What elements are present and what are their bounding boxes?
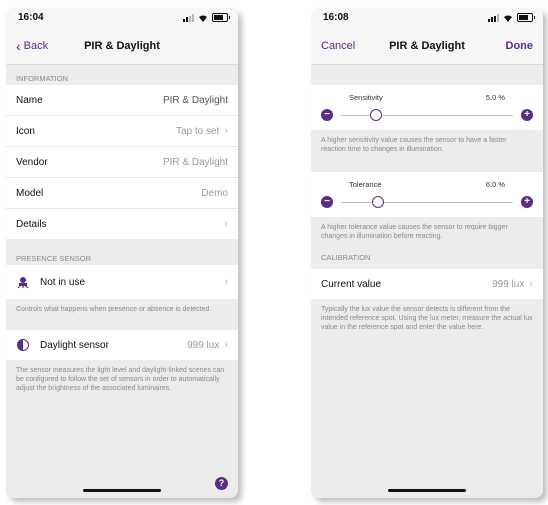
slider-track (341, 115, 513, 116)
daylight-note: The sensor measures the light level and … (16, 367, 225, 392)
home-indicator (388, 489, 466, 492)
sensitivity-value: 5.0 % (485, 93, 505, 102)
row-label: Vendor (16, 156, 48, 168)
row-icon[interactable]: Icon Tap to set › (6, 116, 238, 147)
sensitivity-note: A higher sensitivity value causes the se… (321, 137, 507, 153)
tolerance-label: Tolerance (349, 180, 382, 189)
information-list: Name PIR & Daylight Icon Tap to set › Ve… (6, 85, 238, 239)
sensitivity-control: Sensitivity 5.0 % − + (311, 85, 543, 130)
status-icons (488, 13, 535, 22)
signal-icon (183, 13, 194, 22)
wifi-icon (198, 14, 208, 22)
right-phone-screen: 16:08 Cancel PIR & Daylight Done Sensiti… (311, 8, 543, 498)
done-button[interactable]: Done (506, 40, 534, 52)
status-time: 16:08 (323, 12, 349, 23)
slider-track (341, 202, 513, 203)
row-current-value[interactable]: Current value 999 lux › (311, 269, 543, 299)
row-model[interactable]: Model Demo (6, 178, 238, 209)
tolerance-slider[interactable]: − + (321, 191, 533, 213)
row-value: PIR & Daylight (162, 156, 228, 168)
page-title: PIR & Daylight (84, 40, 160, 52)
row-label: Not in use (40, 276, 86, 288)
presence-note: Controls what happens when presence or a… (16, 306, 212, 313)
row-label: Current value (321, 278, 382, 290)
decrease-tolerance-button[interactable]: − (321, 196, 333, 208)
status-bar: 16:04 (6, 8, 238, 28)
calibration-note: Typically the lux value the sensor detec… (321, 306, 533, 331)
daylight-list: Daylight sensor 999 lux › (6, 330, 238, 360)
row-label: Name (16, 94, 43, 106)
chevron-right-icon: › (224, 339, 228, 351)
chevron-right-icon: › (224, 276, 228, 288)
row-label: Model (16, 187, 44, 199)
row-vendor[interactable]: Vendor PIR & Daylight (6, 147, 238, 178)
tolerance-value: 6.0 % (485, 180, 505, 189)
decrease-sensitivity-button[interactable]: − (321, 109, 333, 121)
row-value: PIR & Daylight (162, 94, 228, 106)
calibration-header: CALIBRATION (321, 253, 371, 262)
home-indicator (83, 489, 161, 492)
increase-tolerance-button[interactable]: + (521, 196, 533, 208)
calibration-list: Current value 999 lux › (311, 269, 543, 299)
chevron-right-icon: › (224, 125, 228, 137)
sensitivity-slider[interactable]: − + (321, 104, 533, 126)
navigation-bar: ‹ Back PIR & Daylight (6, 28, 238, 65)
status-bar: 16:08 (311, 8, 543, 28)
left-phone-screen: 16:04 ‹ Back PIR & Daylight INFORMATION … (6, 8, 238, 498)
presence-sensor-header: PRESENCE SENSOR (16, 254, 92, 263)
help-button[interactable]: ? (215, 477, 228, 490)
sensitivity-thumb[interactable] (370, 109, 383, 121)
row-value: 999 lux (187, 339, 220, 351)
row-label: Icon (16, 125, 35, 137)
daylight-sensor-icon (16, 338, 30, 352)
row-value: Tap to set (175, 125, 220, 137)
chevron-right-icon: › (529, 278, 533, 290)
tolerance-thumb[interactable] (372, 196, 385, 208)
wifi-icon (503, 14, 513, 22)
information-header: INFORMATION (16, 74, 68, 83)
signal-icon (488, 13, 499, 22)
status-icons (183, 13, 230, 22)
status-time: 16:04 (18, 12, 44, 23)
row-presence-sensor[interactable]: Not in use › (6, 265, 238, 299)
presence-list: Not in use › (6, 265, 238, 299)
row-details[interactable]: Details › (6, 209, 238, 239)
row-value: 999 lux (492, 278, 525, 290)
battery-icon (517, 13, 535, 22)
increase-sensitivity-button[interactable]: + (521, 109, 533, 121)
tolerance-note: A higher tolerance value causes the sens… (321, 224, 508, 240)
chevron-right-icon: › (224, 218, 228, 230)
tolerance-control: Tolerance 6.0 % − + (311, 172, 543, 217)
row-name[interactable]: Name PIR & Daylight (6, 85, 238, 116)
navigation-bar: Cancel PIR & Daylight Done (311, 28, 543, 65)
row-daylight-sensor[interactable]: Daylight sensor 999 lux › (6, 330, 238, 360)
motion-sensor-icon (16, 275, 30, 289)
battery-icon (212, 13, 230, 22)
row-value: Demo (201, 187, 228, 199)
row-label: Daylight sensor (40, 339, 109, 351)
sensitivity-label: Sensitivity (349, 93, 383, 102)
row-label: Details (16, 218, 47, 230)
